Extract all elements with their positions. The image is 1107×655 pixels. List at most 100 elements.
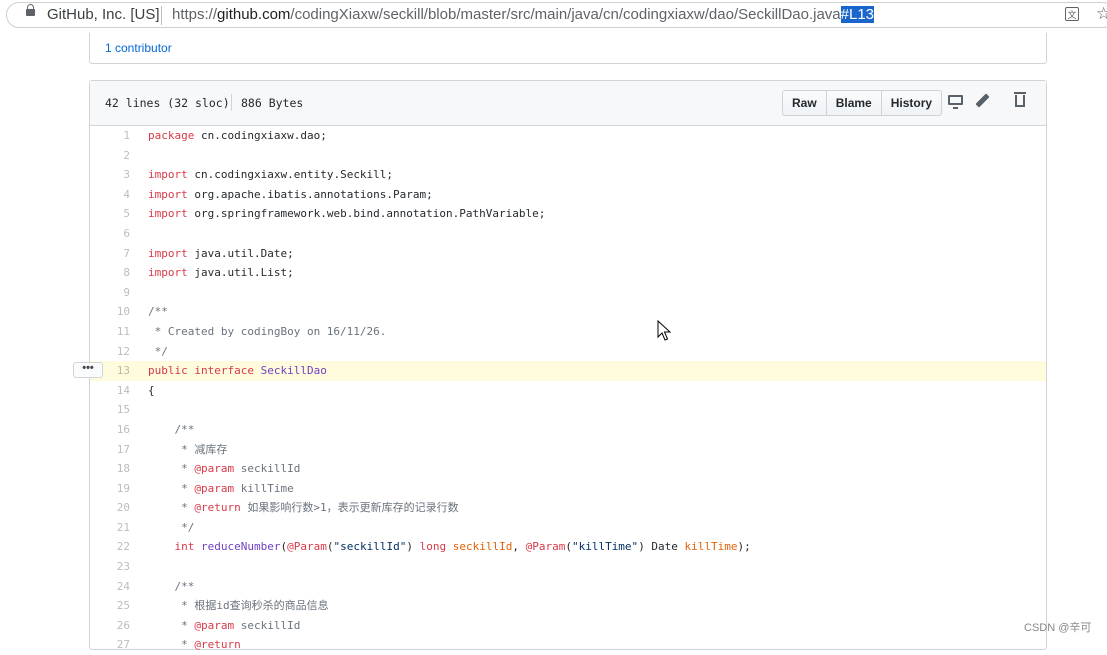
- line-number[interactable]: 6: [90, 224, 130, 244]
- site-identity[interactable]: GitHub, Inc. [US]: [47, 6, 160, 23]
- code-text: import java.util.Date;: [148, 244, 294, 264]
- code-token: seckillId: [234, 462, 301, 476]
- line-number[interactable]: 2: [90, 146, 130, 166]
- code-token: @Param: [287, 540, 327, 554]
- code-token: );: [737, 540, 751, 554]
- code-token: seckillId: [234, 618, 301, 632]
- code-text: import org.apache.ibatis.annotations.Par…: [148, 185, 433, 205]
- code-token: SeckillDao: [260, 364, 327, 378]
- line-number[interactable]: 22: [90, 537, 130, 557]
- history-button[interactable]: History: [880, 90, 943, 116]
- line-number[interactable]: 9: [90, 283, 130, 303]
- code-token: /**: [148, 305, 168, 319]
- lock-icon[interactable]: [26, 4, 35, 16]
- line-number[interactable]: 21: [90, 518, 130, 538]
- code-line: 10 /**: [90, 302, 1046, 322]
- code-line: 15: [90, 400, 1046, 420]
- code-token: cn.codingxiaxw.entity.Seckill;: [187, 168, 394, 182]
- code-token: reduceNumber: [201, 540, 281, 554]
- trash-icon[interactable]: [1014, 92, 1026, 107]
- code-line: 23: [90, 557, 1046, 577]
- code-text: */: [148, 518, 194, 538]
- code-token: * 根据id查询秒杀的商品信息: [148, 599, 329, 613]
- line-number[interactable]: 11: [90, 322, 130, 342]
- line-number[interactable]: 15: [90, 400, 130, 420]
- code-token: import: [148, 187, 188, 201]
- code-text: public interface SeckillDao: [148, 361, 327, 381]
- line-number[interactable]: 18: [90, 459, 130, 479]
- code-line: 7 import java.util.Date;: [90, 244, 1046, 264]
- code-line: 2: [90, 146, 1046, 166]
- code-line: 11 * Created by codingBoy on 16/11/26.: [90, 322, 1046, 342]
- translate-icon[interactable]: 文: [1065, 7, 1079, 21]
- line-number[interactable]: 5: [90, 204, 130, 224]
- file-size: 886 Bytes: [241, 96, 304, 110]
- code-line: 27 * @return: [90, 635, 1046, 655]
- code-token: package: [148, 129, 195, 142]
- line-number[interactable]: 14: [90, 381, 130, 401]
- code-line: 5 import org.springframework.web.bind.ann…: [90, 204, 1046, 224]
- code-text: /**: [148, 302, 168, 322]
- raw-button[interactable]: Raw: [782, 90, 827, 116]
- code-line: 26 * @param seckillId: [90, 616, 1046, 636]
- line-number[interactable]: 26: [90, 616, 130, 636]
- code-token: * Created by codingBoy on 16/11/26.: [148, 324, 387, 338]
- mouse-cursor-icon: [657, 320, 671, 341]
- line-number[interactable]: 24: [90, 577, 130, 597]
- code-token: interface: [194, 364, 254, 378]
- code-line: 22 int reduceNumber(@Param("seckillId") …: [90, 537, 1046, 557]
- url-text[interactable]: https://github.com/codingXiaxw/seckill/b…: [172, 6, 875, 23]
- line-number[interactable]: 8: [90, 263, 130, 283]
- line-number[interactable]: 20: [90, 498, 130, 518]
- contributors-box: 1 contributor: [89, 33, 1047, 64]
- bookmark-star-icon[interactable]: ☆: [1096, 4, 1107, 24]
- code-token: seckillId: [452, 540, 513, 554]
- code-text: * Created by codingBoy on 16/11/26.: [148, 322, 387, 342]
- code-token: *: [148, 638, 195, 652]
- code-line: 18 * @param seckillId: [90, 459, 1046, 479]
- address-bar[interactable]: GitHub, Inc. [US] https://github.com/cod…: [0, 0, 1107, 31]
- line-number[interactable]: 7: [90, 244, 130, 264]
- line-number[interactable]: 16: [90, 420, 130, 440]
- code-token: {: [148, 383, 155, 397]
- line-number[interactable]: 12: [90, 342, 130, 362]
- url-hash-selected: #L13: [840, 6, 875, 23]
- line-number[interactable]: 10: [90, 302, 130, 322]
- code-line: 21 */: [90, 518, 1046, 538]
- code-token: @param: [194, 618, 235, 632]
- line-number[interactable]: 3: [90, 165, 130, 185]
- code-token: *: [148, 481, 195, 495]
- desktop-icon[interactable]: [948, 95, 963, 109]
- code-token: * 减库存: [148, 442, 228, 456]
- code-line: 20 * @return 如果影响行数>1，表示更新库存的记录行数: [90, 498, 1046, 518]
- blame-button[interactable]: Blame: [825, 90, 882, 116]
- code-text: * @param killTime: [148, 479, 294, 499]
- pencil-icon[interactable]: [975, 93, 990, 108]
- line-number[interactable]: 27: [90, 635, 130, 655]
- contributors-link[interactable]: 1 contributor: [105, 41, 172, 55]
- code-line: 14 {: [90, 381, 1046, 401]
- line-number[interactable]: 23: [90, 557, 130, 577]
- code-text: import org.springframework.web.bind.anno…: [148, 204, 545, 224]
- line-number[interactable]: 19: [90, 479, 130, 499]
- line-number[interactable]: 4: [90, 185, 130, 205]
- code-line: 4 import org.apache.ibatis.annotations.Pa…: [90, 185, 1046, 205]
- line-number[interactable]: 1: [90, 126, 130, 146]
- code-token: (: [565, 540, 572, 554]
- code-text: import java.util.List;: [148, 263, 294, 283]
- code-line: 13 public interface SeckillDao: [90, 361, 1046, 381]
- code-view: 1 package cn.codingxiaxw.dao; 2 3 import cn.…: [90, 126, 1046, 655]
- code-token: *: [148, 462, 195, 476]
- code-text: * 减库存: [148, 440, 227, 460]
- url-path: /codingXiaxw/seckill/blob/master/src/mai…: [290, 6, 841, 23]
- code-token: ): [406, 540, 420, 554]
- line-options-button[interactable]: •••: [73, 362, 103, 378]
- code-token: @return: [194, 501, 241, 515]
- line-number[interactable]: 17: [90, 440, 130, 460]
- url-prefix: https://: [172, 6, 218, 23]
- code-token: @param: [194, 462, 235, 476]
- line-number[interactable]: 25: [90, 596, 130, 616]
- code-line: 6: [90, 224, 1046, 244]
